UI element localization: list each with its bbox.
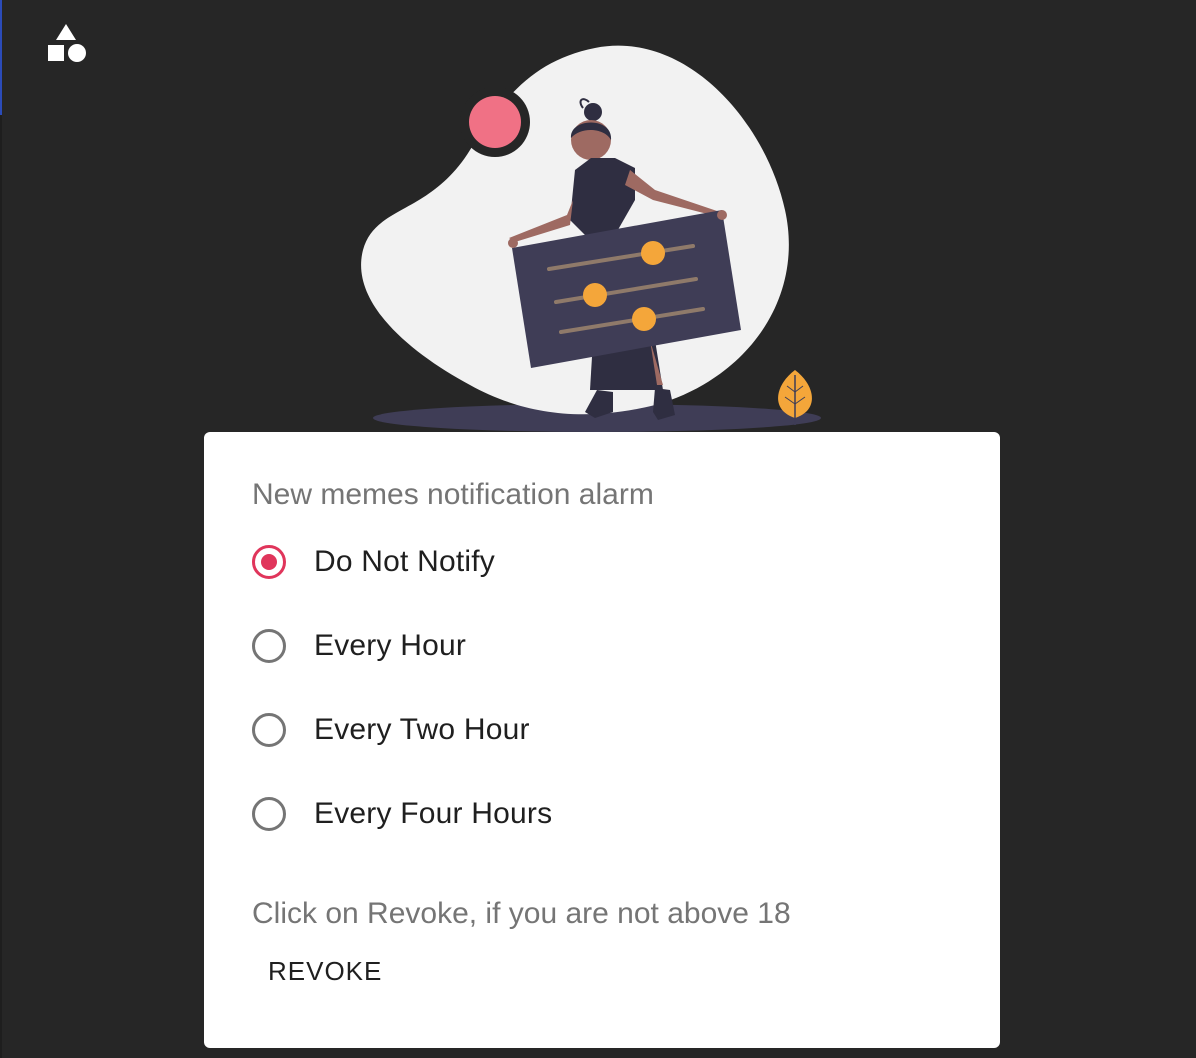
revoke-helper-text: Click on Revoke, if you are not above 18 (252, 897, 791, 930)
radio-checked-icon[interactable] (252, 545, 286, 579)
slider-knob (641, 241, 665, 265)
radio-label: Every Hour (314, 629, 467, 662)
radio-unchecked-icon[interactable] (252, 629, 286, 663)
woman-holding-settings-board-illustration (361, 45, 821, 432)
left-edge-strip (0, 0, 2, 1058)
shapes-logo-icon[interactable] (46, 22, 88, 64)
revoke-button[interactable]: REVOKE (256, 950, 394, 993)
radio-label: Do Not Notify (314, 545, 495, 578)
radio-option-every-hour[interactable]: Every Hour (252, 604, 952, 688)
radio-option-every-four-hours[interactable]: Every Four Hours (252, 772, 952, 856)
radio-label: Every Two Hour (314, 713, 530, 746)
slider-knob (583, 283, 607, 307)
radio-group-label: New memes notification alarm (252, 478, 654, 511)
notification-settings-card: New memes notification alarm Do Not Noti… (204, 432, 1000, 1048)
radio-label: Every Four Hours (314, 797, 553, 830)
slider-knob (632, 307, 656, 331)
radio-option-do-not-notify[interactable]: Do Not Notify (252, 520, 952, 604)
radio-option-every-two-hour[interactable]: Every Two Hour (252, 688, 952, 772)
radio-unchecked-icon[interactable] (252, 713, 286, 747)
radio-unchecked-icon[interactable] (252, 797, 286, 831)
accent-circle (469, 96, 521, 148)
left-edge-accent (0, 0, 2, 115)
